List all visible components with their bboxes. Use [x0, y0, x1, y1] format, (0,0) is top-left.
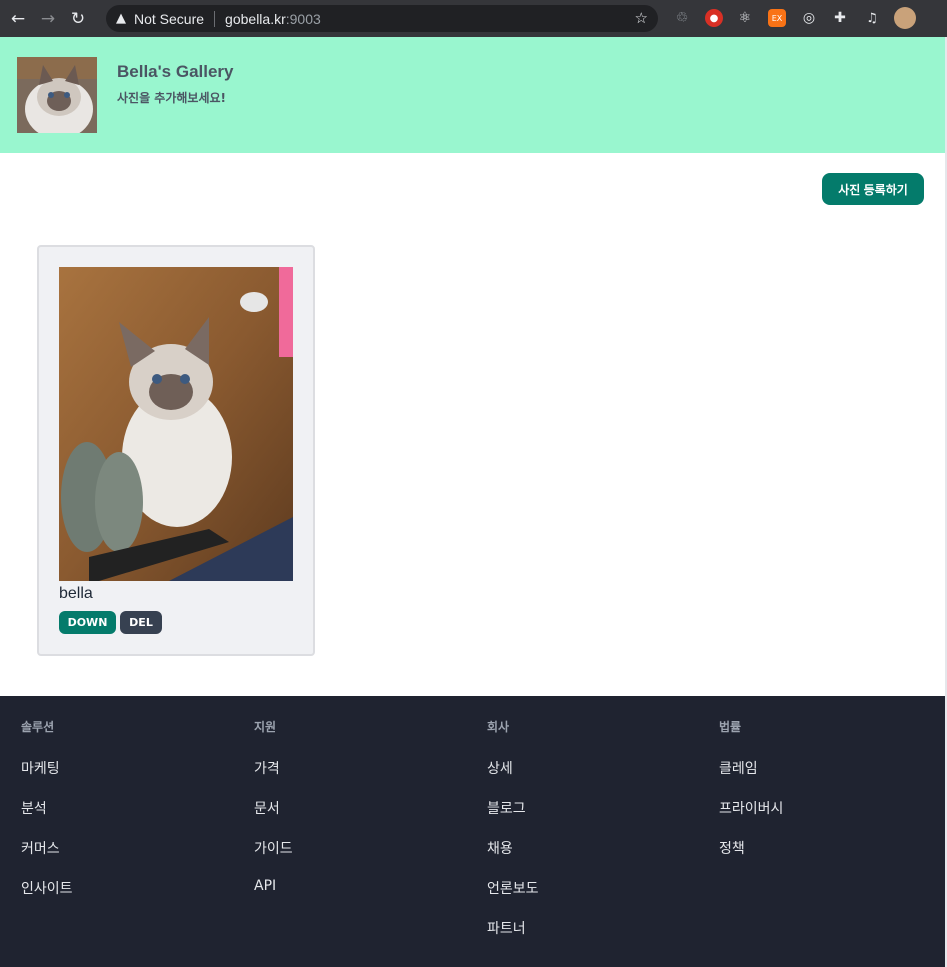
media-queue-icon[interactable]: ♫ [863, 9, 881, 27]
page-subtitle: 사진을 추가해보세요! [117, 91, 227, 105]
upload-photo-button[interactable]: 사진 등록하기 [822, 173, 924, 205]
footer-link[interactable]: 블로그 [487, 798, 707, 817]
warning-icon: ▲ [116, 11, 126, 26]
footer-link[interactable]: 인사이트 [21, 878, 241, 897]
security-label: Not Secure [134, 10, 205, 27]
react-atom-icon[interactable]: ⚛ [736, 9, 754, 27]
footer-heading: 지원 [254, 720, 277, 734]
footer-link[interactable]: 상세 [487, 758, 707, 777]
footer-heading: 법률 [719, 720, 742, 734]
site-footer: 솔루션 마케팅 분석 커머스 인사이트 지원 가격 문서 가이드 API 회사 … [0, 696, 945, 967]
footer-heading: 회사 [487, 720, 510, 734]
footer-column-company: 회사 상세 블로그 채용 언론보도 파트너 [487, 718, 707, 937]
site-header: Bella's Gallery 사진을 추가해보세요! [0, 37, 945, 153]
footer-link[interactable]: 채용 [487, 838, 707, 857]
footer-link[interactable]: 문서 [254, 798, 474, 817]
footer-link[interactable]: 가격 [254, 758, 474, 777]
reload-icon[interactable]: ↻ [66, 7, 90, 31]
footer-link[interactable]: 파트너 [487, 918, 707, 937]
footer-link[interactable]: 커머스 [21, 838, 241, 857]
profile-avatar-icon[interactable] [894, 7, 916, 29]
footer-link[interactable]: 프라이버시 [719, 798, 939, 817]
divider [214, 10, 216, 27]
footer-link[interactable]: 언론보도 [487, 878, 707, 897]
footer-link[interactable]: 가이드 [254, 838, 474, 857]
target-icon[interactable]: ◎ [800, 9, 818, 27]
cat-photo [59, 267, 293, 581]
footer-column-solutions: 솔루션 마케팅 분석 커머스 인사이트 [21, 718, 241, 897]
extension-orange-icon[interactable]: EX [768, 9, 786, 27]
page-title: Bella's Gallery [117, 62, 234, 81]
delete-button[interactable]: DEL [120, 611, 162, 634]
footer-column-support: 지원 가격 문서 가이드 API [254, 718, 474, 896]
footer-heading: 솔루션 [21, 720, 55, 734]
header-avatar [17, 57, 97, 133]
forward-arrow-icon[interactable]: → [36, 7, 60, 31]
photo-card: bella DOWN DEL [37, 245, 315, 656]
bookmark-star-icon[interactable]: ☆ [635, 9, 648, 27]
footer-link[interactable]: 마케팅 [21, 758, 241, 777]
puzzle-icon[interactable]: ✚ [831, 9, 849, 27]
footer-link[interactable]: 정책 [719, 838, 939, 857]
url-host: gobella.kr [225, 10, 286, 27]
photo-caption: bella [59, 585, 93, 602]
extension-red-icon[interactable]: ● [705, 9, 723, 27]
browser-toolbar: ← → ↻ ▲ Not Secure gobella.kr:9003 ☆ ♲ ●… [0, 0, 947, 37]
footer-link[interactable]: API [254, 878, 474, 896]
address-bar[interactable]: ▲ Not Secure gobella.kr:9003 ☆ [106, 5, 658, 32]
download-button[interactable]: DOWN [59, 611, 116, 634]
recycle-icon[interactable]: ♲ [673, 9, 691, 27]
url-port: :9003 [285, 10, 321, 27]
back-arrow-icon[interactable]: ← [6, 7, 30, 31]
footer-link[interactable]: 분석 [21, 798, 241, 817]
footer-link[interactable]: 클레임 [719, 758, 939, 777]
footer-column-legal: 법률 클레임 프라이버시 정책 [719, 718, 939, 857]
